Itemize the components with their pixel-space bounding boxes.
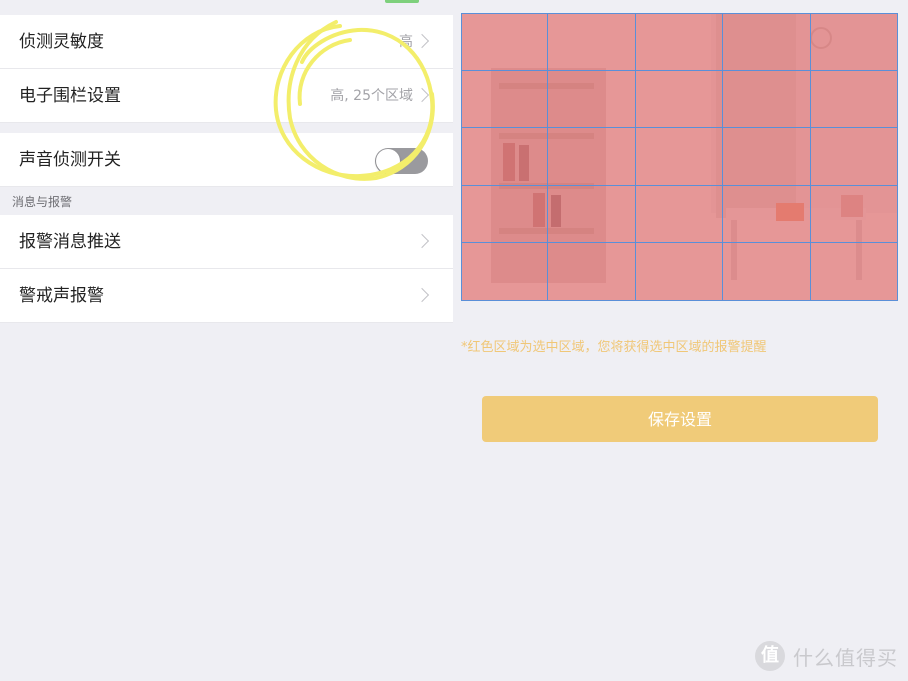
- zone-cell[interactable]: [548, 70, 636, 129]
- chevron-right-icon: [414, 233, 430, 249]
- zone-cell[interactable]: [548, 128, 636, 186]
- zone-panel: *红色区域为选中区域，您将获得选中区域的报警提醒 保存设置 值 什么值得买: [453, 0, 908, 681]
- section-header: 消息与报警: [12, 195, 73, 209]
- toggle-fragment: [385, 0, 419, 3]
- zone-cell[interactable]: [810, 70, 898, 129]
- zone-cell[interactable]: [635, 243, 724, 301]
- row-siren[interactable]: 警戒声报警: [0, 269, 453, 323]
- zone-cell[interactable]: [548, 243, 636, 301]
- zone-cell[interactable]: [723, 13, 811, 71]
- save-settings-button[interactable]: 保存设置: [482, 396, 878, 442]
- zone-cell[interactable]: [635, 13, 724, 71]
- zone-hint-text: *红色区域为选中区域，您将获得选中区域的报警提醒: [461, 340, 767, 355]
- watermark-logo: 值: [755, 641, 785, 671]
- sensitivity-value: 高: [399, 34, 413, 50]
- row-sensitivity[interactable]: 侦测灵敏度 高: [0, 15, 453, 69]
- zone-cell[interactable]: [461, 13, 549, 71]
- zone-cell[interactable]: [461, 128, 549, 186]
- chevron-right-icon: [414, 287, 430, 303]
- chevron-right-icon: [414, 33, 430, 49]
- zone-cell[interactable]: [461, 70, 549, 129]
- zone-cell[interactable]: [635, 70, 724, 129]
- zone-cell[interactable]: [810, 243, 898, 301]
- zone-cell[interactable]: [723, 128, 811, 186]
- zone-grid: [461, 13, 898, 301]
- sensitivity-label: 侦测灵敏度: [19, 32, 104, 52]
- row-alarm-push[interactable]: 报警消息推送: [0, 215, 453, 269]
- zone-cell[interactable]: [635, 128, 724, 186]
- watermark: 值 什么值得买: [755, 641, 898, 671]
- zone-cell[interactable]: [723, 185, 811, 244]
- zone-cell[interactable]: [461, 243, 549, 301]
- settings-panel: 侦测灵敏度 高 电子围栏设置 高, 25个区域 声音侦测开关 消息与报警 报警消…: [0, 0, 453, 681]
- zone-cell[interactable]: [635, 185, 724, 244]
- row-fence[interactable]: 电子围栏设置 高, 25个区域: [0, 69, 453, 123]
- row-sound-detection: 声音侦测开关: [0, 133, 453, 187]
- zone-cell[interactable]: [461, 185, 549, 244]
- zone-cell[interactable]: [810, 185, 898, 244]
- siren-label: 警戒声报警: [19, 286, 104, 306]
- alarm-push-label: 报警消息推送: [19, 232, 121, 252]
- zone-cell[interactable]: [548, 13, 636, 71]
- watermark-text: 什么值得买: [793, 645, 898, 670]
- toggle-knob: [376, 149, 400, 173]
- zone-cell[interactable]: [810, 128, 898, 186]
- fence-label: 电子围栏设置: [19, 86, 121, 106]
- zone-cell[interactable]: [723, 70, 811, 129]
- sound-toggle[interactable]: [375, 148, 428, 174]
- fence-value: 高, 25个区域: [330, 88, 413, 104]
- zone-cell[interactable]: [723, 243, 811, 301]
- zone-cell[interactable]: [810, 13, 898, 71]
- camera-preview: [461, 13, 898, 301]
- zone-cell[interactable]: [548, 185, 636, 244]
- chevron-right-icon: [414, 87, 430, 103]
- sound-label: 声音侦测开关: [19, 150, 121, 170]
